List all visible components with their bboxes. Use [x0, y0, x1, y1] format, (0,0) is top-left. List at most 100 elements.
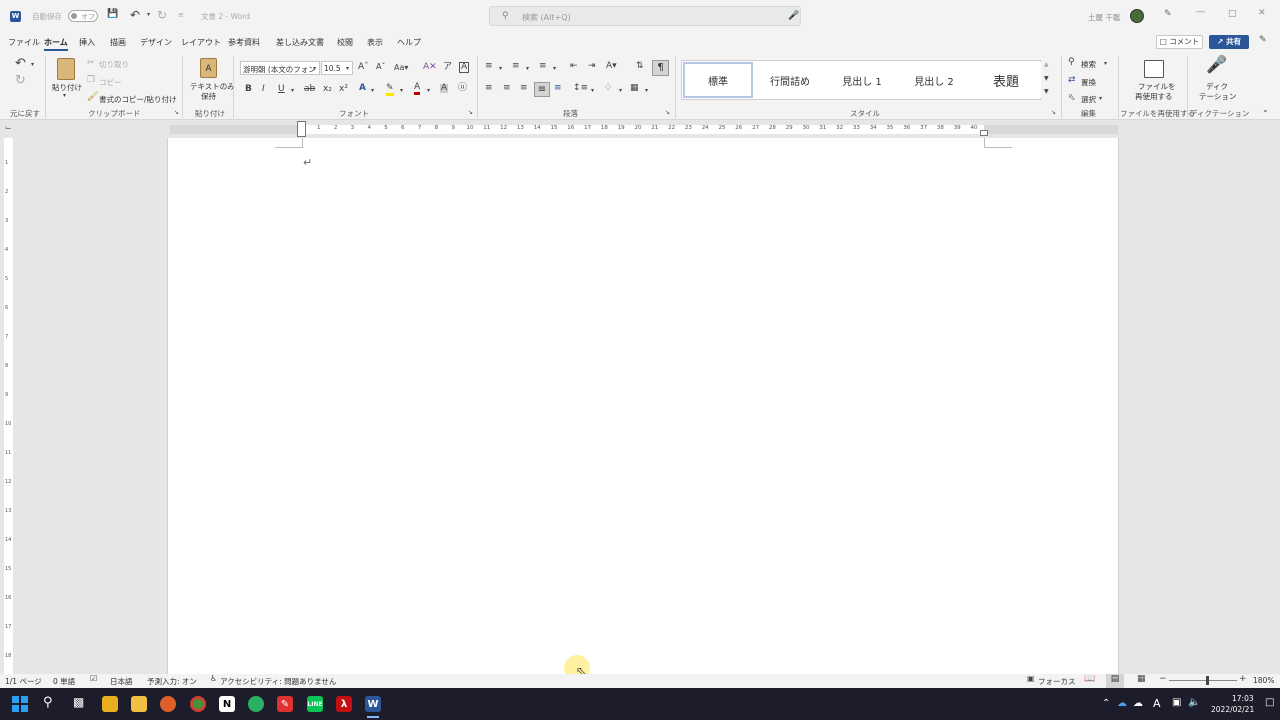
align-center-icon[interactable]: ≡ — [503, 84, 511, 93]
bullets-icon[interactable]: ≡ — [485, 62, 493, 71]
right-indent-marker[interactable] — [980, 130, 988, 136]
shrink-font-icon[interactable]: Aˇ — [376, 63, 385, 71]
tab-design[interactable]: デザイン — [140, 37, 172, 48]
decrease-indent-icon[interactable]: ⇤ — [570, 62, 578, 71]
reuse-label-2[interactable]: 再使用する — [1135, 91, 1173, 102]
proofing-icon[interactable]: ☑ — [90, 675, 97, 683]
status-predictive[interactable]: 予測入力: オン — [147, 676, 197, 687]
replace-icon[interactable]: ⇄ — [1068, 76, 1076, 85]
font-name-dropdown-icon[interactable]: ▾ — [313, 66, 316, 72]
paste-icon[interactable] — [57, 58, 75, 80]
close-icon[interactable]: ✕ — [1258, 9, 1266, 18]
acrobat-icon[interactable]: λ — [336, 696, 352, 712]
justify-button[interactable]: ≡ — [534, 82, 550, 97]
clock-date[interactable]: 2022/02/21 — [1211, 705, 1254, 714]
show-marks-button[interactable]: ¶ — [652, 60, 669, 76]
styles-more-icon[interactable]: ▼ — [1044, 89, 1049, 95]
shading-icon[interactable]: ♢ — [604, 84, 612, 93]
tab-review[interactable]: 校閲 — [337, 37, 353, 48]
underline-dropdown-icon[interactable]: ▾ — [291, 88, 294, 94]
paste-label[interactable]: 貼り付け — [52, 82, 82, 93]
search-box[interactable]: ⚲ 検索 (Alt+Q) 🎤 — [489, 6, 801, 26]
clock-time[interactable]: 17:03 — [1232, 694, 1254, 703]
superscript-icon[interactable]: x² — [339, 85, 348, 94]
zoom-thumb[interactable] — [1206, 676, 1209, 685]
user-avatar[interactable] — [1130, 9, 1144, 23]
focus-icon[interactable]: ▣ — [1027, 675, 1035, 683]
tab-selector-icon[interactable]: ⌙ — [5, 123, 12, 132]
borders-dropdown-icon[interactable]: ▾ — [645, 88, 648, 94]
chat-app-icon[interactable] — [248, 696, 264, 712]
vertical-ruler[interactable]: 1 2 3 4 5 6 7 8 9 10 11 12 13 14 15 16 17 18 — [0, 138, 16, 674]
minimize-icon[interactable]: — — [1196, 8, 1205, 17]
phonetic-guide-icon[interactable]: ア — [443, 63, 452, 72]
paragraph-launcher-icon[interactable]: ↘ — [665, 110, 670, 116]
align-right-icon[interactable]: ≡ — [520, 84, 528, 93]
tab-layout[interactable]: レイアウト — [181, 37, 221, 48]
tab-help[interactable]: ヘルプ — [397, 37, 421, 48]
zoom-in-icon[interactable]: + — [1239, 675, 1247, 684]
web-layout-icon[interactable]: ▦ — [1137, 675, 1146, 684]
undo-dropdown-icon[interactable]: ▾ — [147, 12, 150, 18]
tab-references[interactable]: 参考資料 — [228, 37, 260, 48]
network-icon[interactable]: ▣ — [1172, 697, 1181, 708]
select-dropdown-icon[interactable]: ▾ — [1099, 96, 1102, 102]
bold-icon[interactable]: B — [245, 85, 252, 94]
ribbon-undo-dropdown-icon[interactable]: ▾ — [31, 62, 34, 68]
paste-text-only-icon[interactable]: A — [200, 58, 217, 78]
find-icon[interactable]: ⚲ — [1068, 58, 1075, 67]
paste-dropdown-icon[interactable]: ▾ — [63, 93, 66, 99]
tab-home[interactable]: ホーム — [44, 37, 68, 51]
clipboard-launcher-icon[interactable]: ↘ — [174, 110, 179, 116]
style-title[interactable]: 表題 — [971, 62, 1041, 98]
word-taskbar-icon[interactable]: W — [365, 696, 381, 712]
strikethrough-icon[interactable]: ab — [304, 85, 315, 94]
style-normal[interactable]: 標準 — [683, 62, 753, 98]
redo-icon[interactable]: ↻ — [157, 9, 167, 21]
tab-mailings[interactable]: 差し込み文書 — [276, 37, 324, 48]
onedrive-personal-icon[interactable]: ☁ — [1133, 698, 1143, 709]
styles-scroll-down-icon[interactable]: ▼ — [1044, 76, 1049, 82]
collapse-ribbon-icon[interactable]: ⌄ — [1262, 106, 1269, 114]
enclose-characters-icon[interactable]: ⓤ — [458, 84, 467, 93]
line-icon[interactable]: LINE — [307, 696, 323, 712]
ribbon-undo-icon[interactable]: ↶ — [15, 57, 26, 70]
style-heading-2[interactable]: 見出し 2 — [899, 62, 969, 98]
maximize-icon[interactable]: □ — [1228, 10, 1237, 19]
accessibility-icon[interactable]: ♿ — [210, 675, 217, 683]
line-spacing-icon[interactable]: ↕≡ — [573, 84, 588, 93]
clear-formatting-icon[interactable]: A✕ — [423, 63, 437, 72]
bullets-dropdown-icon[interactable]: ▾ — [499, 66, 502, 72]
find-dropdown-icon[interactable]: ▾ — [1104, 61, 1107, 67]
subscript-icon[interactable]: x₂ — [323, 85, 332, 94]
start-windows-icon[interactable] — [12, 696, 28, 712]
tab-draw[interactable]: 描画 — [110, 37, 126, 48]
onedrive-icon[interactable]: ☁ — [1117, 698, 1127, 709]
firefox-icon[interactable] — [160, 696, 176, 712]
styles-launcher-icon[interactable]: ↘ — [1051, 110, 1056, 116]
align-left-icon[interactable]: ≡ — [485, 84, 493, 93]
pen-icon[interactable]: ✎ — [1164, 10, 1172, 19]
left-indent-marker[interactable] — [297, 121, 306, 137]
character-border-icon[interactable]: A — [459, 62, 470, 73]
notion-icon[interactable]: N — [219, 696, 235, 712]
format-painter-label[interactable]: 書式のコピー/貼り付け — [99, 94, 177, 105]
ribbon-redo-icon[interactable]: ↻ — [15, 74, 26, 87]
taskbar-search-icon[interactable]: ⚲ — [43, 695, 53, 710]
style-no-spacing[interactable]: 行間詰め — [755, 62, 825, 98]
tab-file[interactable]: ファイル — [8, 37, 40, 48]
status-words[interactable]: 0 単語 — [53, 676, 75, 687]
microphone-icon[interactable]: 🎤 — [788, 11, 799, 21]
multilevel-list-icon[interactable]: ≡ — [539, 62, 547, 71]
increase-indent-icon[interactable]: ⇥ — [588, 62, 596, 71]
folder-icon[interactable] — [131, 696, 147, 712]
document-page[interactable]: ↵ — [167, 138, 1119, 674]
microphone-icon[interactable]: 🎤 — [1206, 57, 1227, 74]
font-color-dropdown-icon[interactable]: ▾ — [427, 88, 430, 94]
highlight-icon[interactable]: ✎ — [386, 84, 394, 96]
find-label[interactable]: 検索 — [1081, 59, 1096, 70]
status-language[interactable]: 日本語 — [110, 676, 133, 687]
multilevel-dropdown-icon[interactable]: ▾ — [553, 66, 556, 72]
font-size-dropdown-icon[interactable]: ▾ — [346, 66, 349, 72]
tab-insert[interactable]: 挿入 — [79, 37, 95, 48]
